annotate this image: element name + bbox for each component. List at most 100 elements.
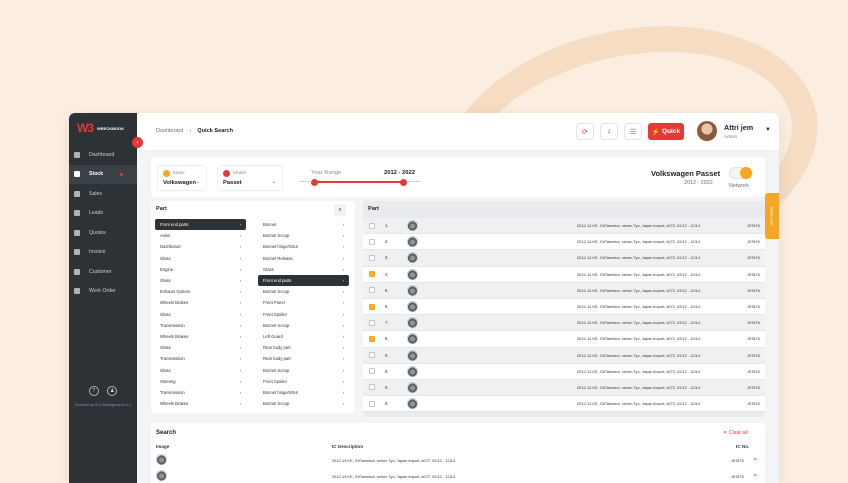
part-list-item[interactable]: Front end parts › [258,274,349,287]
sidebar-item-leads[interactable]: Leads [69,204,137,224]
row-checkbox[interactable] [369,352,375,359]
row-checkbox[interactable] [369,319,375,326]
chevron-down-icon[interactable]: ▼ [765,127,771,133]
part-thumbnail [407,398,418,410]
part-list-item[interactable]: Front Panel › [258,297,349,308]
avatar[interactable] [697,121,717,141]
table-row[interactable]: 3. 2012-14 KE, Gt/Tanmkor, xenon Tyo, Jap… [363,250,765,267]
year-slider-max-handle[interactable] [400,178,407,186]
sidebar-item-invoice[interactable]: Invoice [69,243,137,263]
part-list-item[interactable]: Bonnet Scoop › [258,398,349,409]
row-checkbox[interactable] [369,222,375,229]
table-row[interactable]: 9. 2012-14 KE, Gt/Tanmkor, xenon Tyo, Jap… [363,347,765,364]
part-list-item[interactable]: Transmission › [155,387,246,398]
part-list-item[interactable]: Bonnet hinge/Strut › [258,387,349,398]
toolbar-actions: ⟳ ♪ ☰ ⚡ Quick [576,123,684,140]
sidebar-collapse-button[interactable]: ‹ [132,137,143,148]
part-thumbnail [407,220,418,232]
part-list-item[interactable]: Rear body part › [258,353,349,364]
part-list-item[interactable]: Bonnet Scoop › [258,320,349,331]
breadcrumb-parent[interactable]: Dashboard [156,128,183,134]
sidebar-item-label: Sales [89,190,102,197]
search-row[interactable]: 2012-14 KE, Gt/Tanmkor, xenon Tyo, Japan… [156,454,760,468]
network-toggle[interactable] [729,167,753,179]
part-list-item[interactable]: Bonnet Release › [258,253,349,264]
part-list-item[interactable]: Dashboard › [155,241,246,252]
sync-button[interactable]: ⟳ [576,123,594,140]
sidebar-item-stock[interactable]: Stock [69,164,137,184]
table-row[interactable]: 9. 2012-14 KE, Gt/Tanmkor, xenon Tyo, Jap… [363,379,765,397]
account-icon[interactable]: ♟ [107,386,118,396]
row-checkbox[interactable]: ✓ [369,335,375,342]
make-select[interactable]: Make Volkswagen ⌄ [157,165,207,191]
row-checkbox[interactable] [369,287,375,294]
model-select[interactable]: Model Passet ⌄ [217,165,283,191]
row-checkbox[interactable]: ✓ [369,303,375,310]
row-checkbox[interactable] [369,254,375,261]
sidebar-item-label: Work Order [89,288,116,295]
sidebar-item-sales[interactable]: Sales [69,184,137,204]
part-list-item[interactable]: Glass › [155,275,246,286]
table-row[interactable]: 9. 2012-14 KE, Gt/Tanmkor, xenon Tyo, Jap… [363,363,765,380]
part-list-item[interactable]: Engine › [155,264,246,275]
row-checkbox[interactable] [369,238,375,245]
part-list-item[interactable]: Exhaust System › [155,286,246,297]
table-row[interactable]: 2. 2012-14 KE, Gt/Tanmkor, xenon Tyo, Jap… [363,234,765,251]
part-list-item[interactable]: Bonnet hinge/Strut › [258,241,349,252]
row-checkbox[interactable] [369,400,375,407]
help-icon[interactable]: ? [88,386,99,396]
table-row[interactable]: ✓ 6. 2012-14 KE, Gt/Tanmkor, xenon Tyo, Ja… [363,298,765,316]
sidebar-item-customer[interactable]: Customer [69,262,137,282]
part-list-item[interactable]: Bonnet › [258,219,349,230]
part-list-item[interactable]: Front Spoiler › [258,309,349,320]
remove-icon[interactable]: ✕ [753,473,757,479]
clear-all-button[interactable]: ✕ Clear all [723,430,748,436]
quick-button[interactable]: ⚡ Quick [648,123,684,140]
chevron-down-icon: ⌄ [271,179,276,185]
sidebar-item-quotes[interactable]: Quotes [69,223,137,243]
part-list-item[interactable]: Glass › [155,253,246,264]
part-list-item[interactable]: Wheels Brakes › [155,331,246,342]
sidebar-item-dashboard[interactable]: Dashboard [69,145,137,165]
notifications-button[interactable]: ♪ [600,123,618,140]
part-list-item[interactable]: Glass › [155,342,246,353]
topbar: Dashboard › Quick Search ⟳ ♪ ☰ ⚡ Quick At… [137,113,779,151]
table-row[interactable]: ✓ 4. 2012-14 KE, Gt/Tanmkor, xenon Tyo, Ja… [363,266,765,283]
show-cart-tab[interactable]: Show Cart [765,193,779,239]
part-list-item[interactable]: Axles › [155,230,246,241]
part-list-item[interactable]: Glass › [155,309,246,320]
table-row[interactable]: 1. 2012-14 KE, Gt/Tanmkor, xenon Tyo, Jap… [363,218,765,235]
search-icon[interactable]: ⌕ [334,204,346,216]
part-list-item[interactable]: Glass › [155,364,246,375]
row-description: 2012-14 KE, Gt/Tanmkor, xenon Tyo, Japan… [577,368,700,374]
year-slider-min-handle[interactable] [311,178,318,186]
part-list-item[interactable]: Wheels Brakes › [155,297,246,308]
part-list-item[interactable]: Wheels Brakes › [155,398,246,409]
search-row[interactable]: 2012-14 KE, Gt/Tanmkor, xenon Tyo, Japan… [156,470,760,483]
row-description: 2012-14 KE, Gt/Tanmkor, xenon Tyo, Japan… [577,271,700,277]
part-list-item[interactable]: Transmission › [155,353,246,364]
part-list-item[interactable]: Bonnet Scoop › [258,286,349,297]
list-button[interactable]: ☰ [624,123,642,140]
clipboard-icon [74,288,80,295]
part-list-item[interactable]: Rear body part › [258,342,349,353]
table-row[interactable]: ✓ 8. 2012-14 KE, Gt/Tanmkor, xenon Tyo, Ja… [363,331,765,348]
user-info[interactable]: Attri jem Admin [724,123,753,139]
part-list-item[interactable]: Transmission › [155,320,246,331]
part-list-item[interactable]: Left Guard › [258,331,349,342]
part-list-item[interactable]: Bonnet Scoop › [258,230,349,241]
sidebar-item-work-order[interactable]: Work Order [69,282,137,302]
vehicle-years: 2012 - 2022 [684,180,713,186]
row-checkbox[interactable]: ✓ [369,271,375,278]
part-list-item[interactable]: Bonnet Scoop › [258,364,349,375]
table-row[interactable]: 7. 2012-14 KE, Gt/Tanmkor, xenon Tyo, Jap… [363,315,765,332]
row-checkbox[interactable] [369,368,375,375]
row-checkbox[interactable] [369,384,375,391]
table-row[interactable]: 5. 2012-14 KE, Gt/Tanmkor, xenon Tyo, Jap… [363,282,765,299]
part-list-item[interactable]: Steering › [155,376,246,387]
table-row[interactable]: 9. 2012-14 KE, Gt/Tanmkor, xenon Tyo, Jap… [363,396,765,413]
part-list-item[interactable]: Glass › [258,264,349,275]
part-list-item[interactable]: Front Spoiler › [258,376,349,387]
remove-icon[interactable]: ✕ [753,457,757,463]
part-list-item[interactable]: Front end parts › [155,219,246,231]
